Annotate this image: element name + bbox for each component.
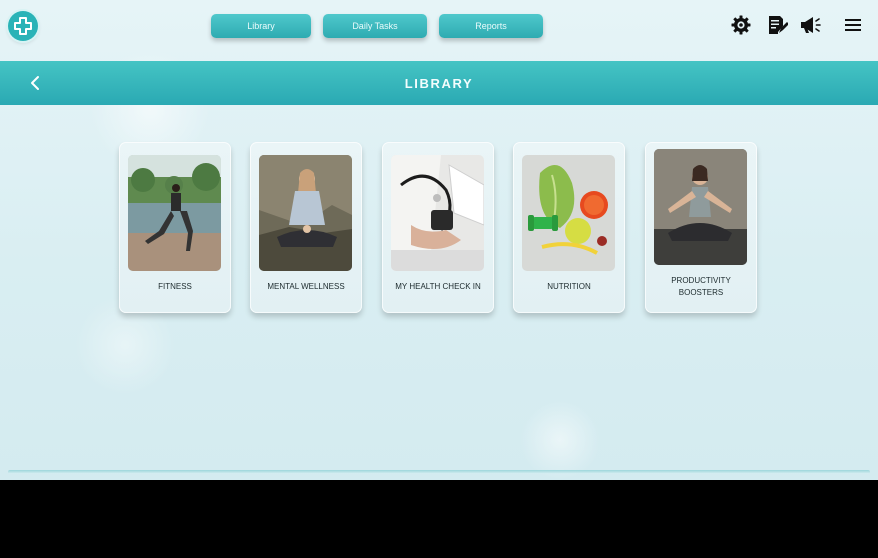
page-title: LIBRARY bbox=[404, 75, 474, 91]
card-label: FITNESS bbox=[158, 282, 192, 291]
card-label: MY HEALTH CHECK IN bbox=[395, 282, 481, 291]
library-card-productivity-boosters[interactable]: PRODUCTIVITY BOOSTERS bbox=[645, 142, 757, 313]
nutrition-photo bbox=[522, 155, 615, 271]
nav-library-button[interactable]: Library bbox=[211, 14, 311, 38]
meditation-photo bbox=[259, 155, 352, 271]
card-label: MENTAL WELLNESS bbox=[267, 282, 345, 291]
library-card-mental-wellness[interactable]: MENTAL WELLNESS bbox=[250, 142, 362, 313]
notes-icon[interactable] bbox=[766, 14, 788, 36]
medical-cross-icon bbox=[14, 17, 32, 35]
fitness-photo bbox=[128, 155, 221, 271]
menu-icon[interactable] bbox=[842, 14, 864, 36]
bottom-divider bbox=[8, 470, 870, 474]
app-logo[interactable] bbox=[8, 11, 38, 41]
health-checkup-photo bbox=[391, 155, 484, 271]
library-card-health-check-in[interactable]: MY HEALTH CHECK IN bbox=[382, 142, 494, 313]
gear-icon[interactable] bbox=[730, 14, 752, 36]
library-card-fitness[interactable]: FITNESS bbox=[119, 142, 231, 313]
app-window: Library Daily Tasks Reports LIBRARY FITN… bbox=[0, 0, 878, 480]
yoga-photo bbox=[654, 149, 747, 265]
card-label: PRODUCTIVITY BOOSTERS bbox=[671, 276, 731, 297]
library-card-nutrition[interactable]: NUTRITION bbox=[513, 142, 625, 313]
nav-reports-button[interactable]: Reports bbox=[439, 14, 543, 38]
nav-daily-tasks-button[interactable]: Daily Tasks bbox=[323, 14, 427, 38]
card-label: NUTRITION bbox=[547, 282, 591, 291]
page-header: LIBRARY bbox=[0, 61, 878, 105]
megaphone-icon[interactable] bbox=[799, 14, 821, 36]
